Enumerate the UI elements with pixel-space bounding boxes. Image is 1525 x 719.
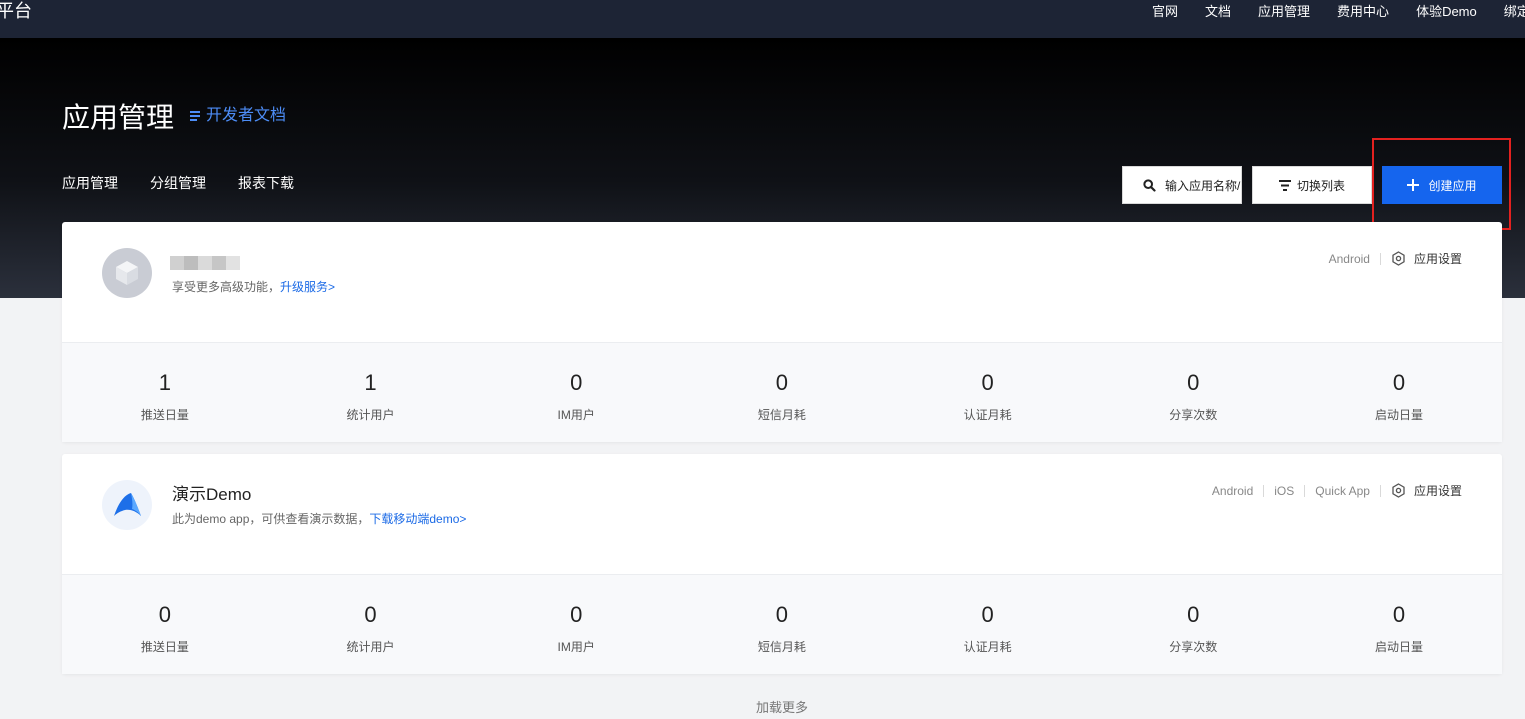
app-settings-button[interactable]: 应用设置 [1391, 250, 1462, 267]
stat-value: 1 [364, 370, 377, 395]
app-description-text: 享受更多高级功能， [172, 280, 281, 294]
stat-label: 推送日量 [140, 640, 189, 654]
stat-value: 0 [570, 370, 583, 395]
platform-ios: iOS [1274, 483, 1295, 498]
stat-label: 认证月耗 [963, 408, 1012, 422]
stat-label: 启动日量 [1374, 408, 1423, 422]
stat-users: 1 统计用户 [268, 343, 474, 442]
stat-im-users: 0 IM用户 [473, 343, 679, 442]
divider [1304, 484, 1306, 497]
app-settings-label: 应用设置 [1413, 484, 1462, 498]
platform-quick-app: Quick App [1315, 483, 1370, 498]
stat-push-daily: 1 推送日量 [62, 343, 268, 442]
nav-link-docs[interactable]: 文档 [1205, 1, 1231, 20]
top-nav-links: 官网 文档 应用管理 费用中心 体验Demo 绑定微 [1152, 0, 1525, 20]
divider [1379, 252, 1381, 265]
cube-icon [116, 261, 138, 285]
gear-icon [1392, 483, 1405, 498]
doc-list-icon [190, 111, 200, 121]
stat-label: IM用户 [557, 640, 595, 654]
stat-value: 1 [158, 370, 171, 395]
stat-value: 0 [981, 602, 994, 627]
app-stats: 0 推送日量 0 统计用户 0 IM用户 0 短信月耗 0 认证月耗 0 分享次数 0 启动日… [62, 574, 1502, 674]
app-stats: 1 推送日量 1 统计用户 0 IM用户 0 短信月耗 0 认证月耗 0 分享次数 0 启动日… [62, 342, 1502, 442]
gear-icon [1392, 251, 1405, 266]
platform-android: Android [1328, 251, 1370, 266]
stat-value: 0 [1392, 602, 1406, 627]
app-description: 此为demo app，可供查看演示数据，下载移动端demo> [172, 511, 466, 527]
highlight-annotation [1372, 138, 1511, 230]
stat-label: IM用户 [557, 408, 595, 422]
filter-icon [1278, 179, 1291, 191]
stat-value: 0 [1187, 602, 1200, 627]
app-settings-button[interactable]: 应用设置 [1391, 482, 1462, 499]
nav-link-app-management[interactable]: 应用管理 [1258, 1, 1310, 20]
stat-im-users: 0 IM用户 [473, 575, 679, 674]
stat-launch-daily: 0 启动日量 [1296, 575, 1502, 674]
stat-label: 短信月耗 [757, 640, 806, 654]
top-nav: 平台 官网 文档 应用管理 费用中心 体验Demo 绑定微 [0, 0, 1525, 38]
developer-docs-link[interactable]: 开发者文档 [190, 106, 286, 126]
app-settings-label: 应用设置 [1413, 252, 1462, 266]
divider [1263, 484, 1265, 497]
stat-value: 0 [364, 602, 377, 627]
download-demo-link[interactable]: 下载移动端demo> [369, 512, 466, 526]
load-more-button[interactable]: 加载更多 [0, 697, 1525, 716]
stat-value: 0 [775, 370, 789, 395]
switch-list-label: 切换列表 [1296, 178, 1345, 193]
stat-shares: 0 分享次数 [1090, 575, 1296, 674]
demo-logo-icon [114, 493, 141, 516]
nav-link-official[interactable]: 官网 [1152, 1, 1178, 20]
stat-auth-monthly: 0 认证月耗 [885, 575, 1091, 674]
tab-app-management[interactable]: 应用管理 [62, 174, 118, 192]
stat-label: 统计用户 [346, 640, 395, 654]
tab-report-download[interactable]: 报表下载 [238, 174, 294, 192]
stat-label: 短信月耗 [757, 408, 806, 422]
stat-sms-monthly: 0 短信月耗 [679, 575, 885, 674]
stat-value: 0 [1392, 370, 1406, 395]
search-icon [1143, 178, 1156, 192]
stat-value: 0 [158, 602, 171, 627]
stat-label: 分享次数 [1169, 640, 1218, 654]
stat-value: 0 [1187, 370, 1200, 395]
sub-nav: 应用管理 分组管理 报表下载 [62, 174, 326, 192]
app-description-text: 此为demo app，可供查看演示数据， [172, 512, 370, 526]
stat-value: 0 [775, 602, 789, 627]
app-card: 演示Demo 此为demo app，可供查看演示数据，下载移动端demo> An… [62, 454, 1502, 674]
stat-label: 推送日量 [140, 408, 189, 422]
developer-docs-label: 开发者文档 [206, 107, 287, 124]
page-title: 应用管理 [62, 102, 175, 133]
nav-link-billing[interactable]: 费用中心 [1337, 1, 1389, 20]
platform-list: Android iOS Quick App 应用设置 [1212, 482, 1462, 499]
switch-list-button[interactable]: 切换列表 [1252, 166, 1372, 204]
app-avatar [102, 480, 152, 530]
brand-title: 平台 [0, 1, 32, 21]
stat-push-daily: 0 推送日量 [62, 575, 268, 674]
app-name: 演示Demo [172, 485, 252, 504]
divider [1379, 484, 1381, 497]
stat-users: 0 统计用户 [268, 575, 474, 674]
stat-shares: 0 分享次数 [1090, 343, 1296, 442]
platform-list: Android 应用设置 [1329, 250, 1462, 267]
search-input-text: 输入应用名称/ [1165, 178, 1241, 193]
nav-link-bind[interactable]: 绑定微 [1504, 1, 1525, 20]
stat-value: 0 [570, 602, 583, 627]
stat-label: 认证月耗 [963, 640, 1012, 654]
app-name-redacted [170, 254, 242, 272]
stat-label: 启动日量 [1374, 640, 1423, 654]
app-avatar [102, 248, 152, 298]
tab-group-management[interactable]: 分组管理 [150, 174, 206, 192]
stat-auth-monthly: 0 认证月耗 [885, 343, 1091, 442]
nav-link-demo[interactable]: 体验Demo [1416, 1, 1477, 20]
stat-launch-daily: 0 启动日量 [1296, 343, 1502, 442]
search-input[interactable]: 输入应用名称/ [1122, 166, 1242, 204]
app-card: 享受更多高级功能，升级服务> Android 应用设置 1 推送日量 1 统计用户 … [62, 222, 1502, 442]
platform-android: Android [1211, 483, 1254, 498]
stat-value: 0 [981, 370, 994, 395]
stat-label: 分享次数 [1169, 408, 1218, 422]
upgrade-service-link[interactable]: 升级服务> [280, 280, 335, 294]
stat-label: 统计用户 [346, 408, 395, 422]
app-description: 享受更多高级功能，升级服务> [172, 279, 335, 295]
stat-sms-monthly: 0 短信月耗 [679, 343, 885, 442]
